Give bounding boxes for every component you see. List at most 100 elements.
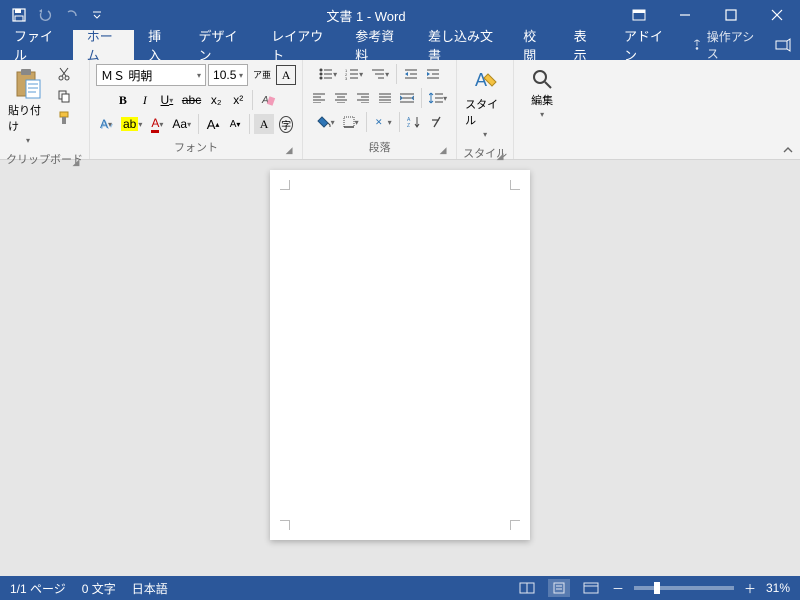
window-title: 文書 1 - Word bbox=[116, 6, 616, 25]
change-case-button[interactable]: Aa▾ bbox=[169, 114, 194, 134]
group-editing-label bbox=[520, 153, 564, 157]
group-styles-label: スタイル ◢ bbox=[463, 143, 507, 163]
collapse-ribbon-button[interactable] bbox=[782, 145, 794, 155]
redo-button[interactable] bbox=[60, 4, 82, 26]
char-shading-button[interactable]: A bbox=[254, 114, 274, 134]
justify-button[interactable] bbox=[375, 88, 395, 108]
page-count[interactable]: 1/1 ページ bbox=[10, 580, 66, 597]
multilevel-list-button[interactable]: ▾ bbox=[368, 64, 392, 84]
paste-button[interactable]: 貼り付け ▾ bbox=[6, 64, 50, 149]
tab-layout[interactable]: レイアウト bbox=[257, 30, 341, 60]
svg-text:3: 3 bbox=[345, 76, 348, 80]
borders-button[interactable]: ▾ bbox=[340, 112, 362, 132]
tab-home[interactable]: ホーム bbox=[73, 30, 134, 60]
character-border-button[interactable]: A bbox=[276, 65, 296, 85]
distributed-button[interactable] bbox=[397, 88, 417, 108]
group-editing: 編集 ▾ bbox=[514, 60, 570, 159]
format-painter-button[interactable] bbox=[54, 108, 74, 128]
ribbon: 貼り付け ▾ クリップボード ◢ bbox=[0, 60, 800, 160]
tab-mailings[interactable]: 差し込み文書 bbox=[414, 30, 509, 60]
paragraph-launcher[interactable]: ◢ bbox=[438, 145, 448, 155]
tell-me-search[interactable]: 操作アシス bbox=[683, 30, 766, 60]
enclose-char-button[interactable]: 字 bbox=[276, 114, 296, 134]
web-layout-button[interactable] bbox=[580, 579, 602, 597]
bold-button[interactable]: B bbox=[113, 90, 133, 110]
show-marks-button[interactable] bbox=[426, 112, 446, 132]
font-size-value: 10.5 bbox=[213, 68, 236, 82]
chevron-down-icon: ▾ bbox=[483, 130, 487, 139]
styles-launcher[interactable]: ◢ bbox=[495, 151, 505, 161]
sort-button[interactable]: AZ bbox=[404, 112, 424, 132]
decrease-indent-button[interactable] bbox=[401, 64, 421, 84]
grow-font-button[interactable]: A▴ bbox=[203, 114, 223, 134]
chevron-down-icon: ▾ bbox=[26, 136, 30, 145]
line-spacing-button[interactable]: ▾ bbox=[426, 88, 450, 108]
superscript-button[interactable]: x² bbox=[228, 90, 248, 110]
ribbon-tabs: ファイル ホーム 挿入 デザイン レイアウト 参考資料 差し込み文書 校閲 表示… bbox=[0, 30, 800, 60]
word-count[interactable]: 0 文字 bbox=[82, 580, 116, 597]
zoom-slider-thumb[interactable] bbox=[654, 582, 660, 594]
highlight-button[interactable]: ab▾ bbox=[118, 114, 145, 134]
clear-formatting-button[interactable]: A bbox=[257, 90, 279, 110]
cut-button[interactable] bbox=[54, 64, 74, 84]
align-center-button[interactable] bbox=[331, 88, 351, 108]
phonetic-guide-button[interactable]: ア亜 bbox=[250, 65, 274, 85]
print-layout-button[interactable] bbox=[548, 579, 570, 597]
language-status[interactable]: 日本語 bbox=[132, 580, 168, 597]
group-clipboard-label: クリップボード ◢ bbox=[6, 149, 83, 169]
numbering-button[interactable]: 123▾ bbox=[342, 64, 366, 84]
minimize-button[interactable] bbox=[662, 0, 708, 30]
zoom-out-button[interactable]: － bbox=[612, 580, 624, 597]
clipboard-launcher[interactable]: ◢ bbox=[71, 157, 81, 167]
group-font: ＭＳ 明朝 ▾ 10.5 ▾ ア亜 A B I U▾ abc x₂ bbox=[90, 60, 303, 159]
editing-button[interactable]: 編集 ▾ bbox=[520, 64, 564, 123]
align-left-button[interactable] bbox=[309, 88, 329, 108]
status-bar: 1/1 ページ 0 文字 日本語 － ＋ 31% bbox=[0, 576, 800, 600]
underline-button[interactable]: U▾ bbox=[157, 90, 177, 110]
zoom-slider[interactable] bbox=[634, 586, 734, 590]
share-button[interactable] bbox=[766, 30, 800, 60]
font-name-value: ＭＳ 明朝 bbox=[101, 67, 152, 84]
font-launcher[interactable]: ◢ bbox=[284, 145, 294, 155]
styles-button[interactable]: A スタイル ▾ bbox=[463, 64, 507, 143]
save-button[interactable] bbox=[8, 4, 30, 26]
align-right-button[interactable] bbox=[353, 88, 373, 108]
chevron-down-icon: ▾ bbox=[239, 71, 243, 80]
subscript-button[interactable]: x₂ bbox=[206, 90, 226, 110]
paste-label: 貼り付け bbox=[8, 102, 48, 134]
tab-insert[interactable]: 挿入 bbox=[134, 30, 184, 60]
document-page[interactable] bbox=[270, 170, 530, 540]
bullets-button[interactable]: ▾ bbox=[316, 64, 340, 84]
svg-text:Z: Z bbox=[407, 123, 410, 128]
font-size-select[interactable]: 10.5 ▾ bbox=[208, 64, 248, 86]
qat-customize-button[interactable] bbox=[86, 4, 108, 26]
chevron-down-icon: ▾ bbox=[197, 71, 201, 80]
tab-addins[interactable]: アドイン bbox=[610, 30, 683, 60]
tab-review[interactable]: 校閲 bbox=[509, 30, 559, 60]
document-area[interactable] bbox=[0, 160, 800, 576]
font-color-button[interactable]: A▾ bbox=[147, 114, 167, 134]
text-effects-button[interactable]: A▾ bbox=[96, 114, 116, 134]
chevron-down-icon: ▾ bbox=[540, 110, 544, 119]
shrink-font-button[interactable]: A▾ bbox=[225, 114, 245, 134]
shading-button[interactable]: ▾ bbox=[314, 112, 338, 132]
tell-me-label: 操作アシス bbox=[707, 28, 758, 62]
font-name-select[interactable]: ＭＳ 明朝 ▾ bbox=[96, 64, 206, 86]
asian-layout-button[interactable]: ✕▾ bbox=[371, 112, 395, 132]
read-mode-button[interactable] bbox=[516, 579, 538, 597]
increase-indent-button[interactable] bbox=[423, 64, 443, 84]
close-button[interactable] bbox=[754, 0, 800, 30]
tab-view[interactable]: 表示 bbox=[560, 30, 610, 60]
maximize-button[interactable] bbox=[708, 0, 754, 30]
group-paragraph: ▾ 123▾ ▾ ▾ ▾ ▾ bbox=[303, 60, 457, 159]
zoom-in-button[interactable]: ＋ bbox=[744, 580, 756, 597]
tab-file[interactable]: ファイル bbox=[0, 30, 73, 60]
zoom-level[interactable]: 31% bbox=[766, 581, 790, 595]
copy-button[interactable] bbox=[54, 86, 74, 106]
italic-button[interactable]: I bbox=[135, 90, 155, 110]
tab-design[interactable]: デザイン bbox=[184, 30, 257, 60]
tab-references[interactable]: 参考資料 bbox=[341, 30, 414, 60]
strikethrough-button[interactable]: abc bbox=[179, 90, 204, 110]
undo-button[interactable] bbox=[34, 4, 56, 26]
group-clipboard: 貼り付け ▾ クリップボード ◢ bbox=[0, 60, 90, 159]
